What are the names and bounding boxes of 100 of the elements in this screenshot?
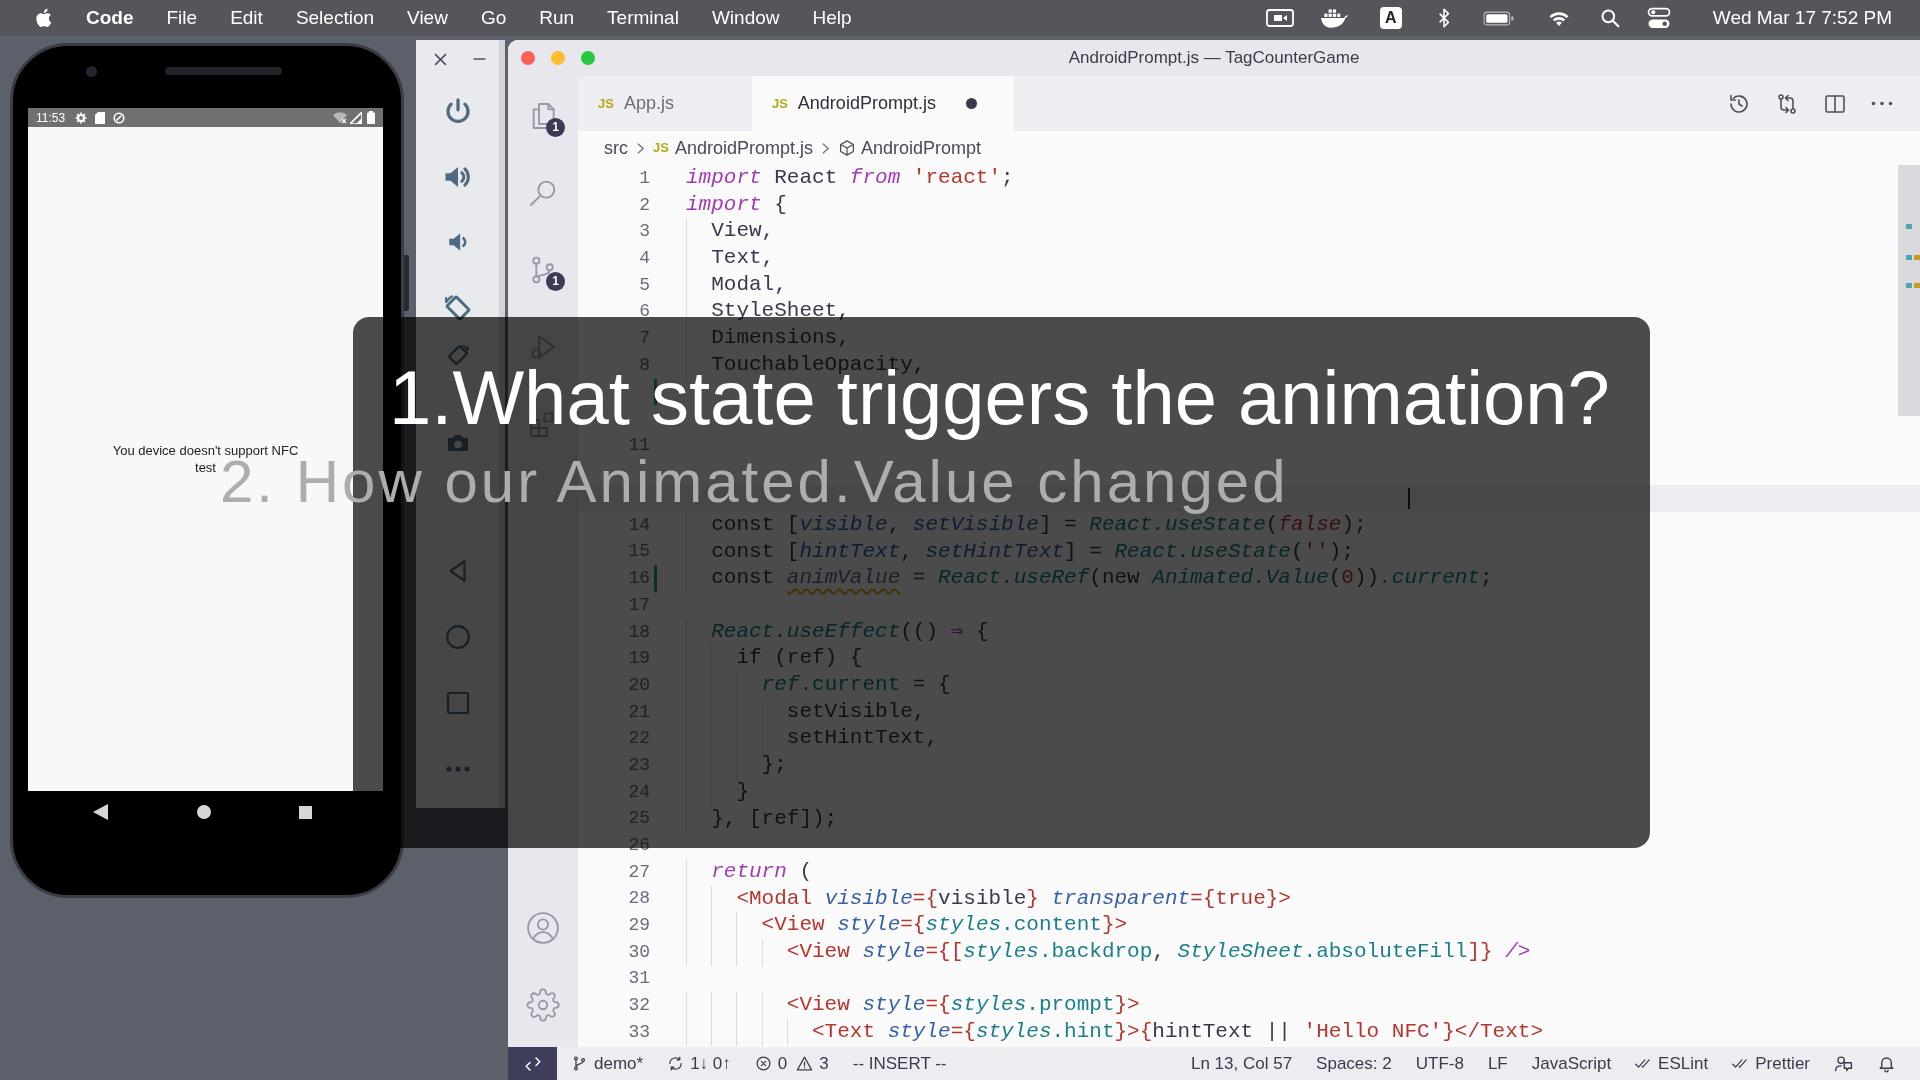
whale-icon[interactable] <box>1319 7 1350 29</box>
breadcrumb-item[interactable]: src <box>604 134 628 162</box>
bell-icon[interactable] <box>1877 1054 1896 1073</box>
code-line: const [hintText, setHintText] = React.useState(''); <box>711 538 1354 565</box>
status-item[interactable]: Spaces: 2 <box>1316 1050 1392 1077</box>
code-line: Dimensions, <box>711 325 850 352</box>
code-line: ref.current = { <box>761 672 951 699</box>
menu-bar-clock[interactable]: Wed Mar 17 7:52 PM <box>1712 3 1892 33</box>
status-item[interactable]: JavaScript <box>1531 1050 1612 1077</box>
overview-icon[interactable] <box>299 805 312 819</box>
menu-item[interactable]: Help <box>812 3 852 33</box>
code-line: setVisible, <box>786 698 926 725</box>
editor-tab[interactable]: JS AndroidPrompt.js <box>751 76 1014 131</box>
line-number: 6 <box>639 300 650 324</box>
code-line: }; <box>761 752 787 779</box>
breadcrumb-item[interactable]: AndroidPrompt <box>860 134 982 162</box>
code-line: <Modal visible={visible} transparent={true}> <box>736 885 1291 912</box>
menu-item[interactable]: File <box>166 3 198 33</box>
code-line: Text, <box>711 245 775 272</box>
back-icon[interactable] <box>93 804 108 820</box>
feedback-icon[interactable] <box>1834 1054 1853 1073</box>
count-badge: 1 <box>546 271 565 291</box>
video-camera-icon[interactable] <box>1265 8 1294 28</box>
menu-item[interactable]: Window <box>711 3 780 33</box>
error-count[interactable]: 0 <box>754 1050 788 1077</box>
wifi-off-icon <box>333 111 347 124</box>
breadcrumb-item[interactable]: AndroidPrompt.js <box>674 134 813 162</box>
sync-icon <box>667 1055 685 1072</box>
circle-slash-icon <box>113 111 126 124</box>
menu-item[interactable]: Terminal <box>607 3 679 33</box>
scrollbar-thumb[interactable] <box>1898 165 1920 416</box>
line-number: 33 <box>628 1020 650 1044</box>
menu-item[interactable]: Selection <box>295 3 375 33</box>
status-item[interactable]: LF <box>1487 1050 1508 1077</box>
line-number: 30 <box>628 940 650 964</box>
line-number: 1 <box>639 166 650 190</box>
code-line: import React from 'react'; <box>686 165 1014 191</box>
code-line: return ( <box>711 858 813 885</box>
code-line: if (ref) { <box>736 645 863 672</box>
search-icon[interactable] <box>1599 8 1620 28</box>
bluetooth-icon[interactable] <box>1436 8 1451 28</box>
file-type-icon: JS <box>598 93 614 114</box>
overview-ruler-mark <box>1906 224 1912 229</box>
menu-item[interactable]: Run <box>539 3 575 33</box>
code-line: } <box>736 778 749 805</box>
code-line: <View style={styles.prompt}> <box>786 992 1140 1019</box>
linter-status[interactable]: ESLint <box>1635 1050 1709 1077</box>
remote-button[interactable] <box>508 1047 557 1080</box>
branch-icon <box>571 1055 588 1072</box>
line-number: 3 <box>639 220 650 244</box>
status-item[interactable]: UTF-8 <box>1415 1050 1464 1077</box>
line-number: 27 <box>628 860 650 884</box>
code-line: StyleSheet, <box>711 298 850 325</box>
line-number: 5 <box>639 273 650 297</box>
code-line: <Text style={styles.hint}>{hintText || 'Hello NFC'}</Text> <box>812 1019 1543 1045</box>
error-icon <box>754 1055 772 1072</box>
sync-status[interactable]: 1↓ 0↑ <box>667 1050 731 1077</box>
branch-status[interactable]: demo* <box>571 1050 644 1077</box>
camera-lens <box>86 66 97 77</box>
home-icon[interactable] <box>197 805 211 819</box>
more-icon[interactable] <box>1871 101 1893 106</box>
battery-icon[interactable] <box>1482 10 1515 26</box>
linter-status[interactable]: Prettier <box>1732 1050 1810 1077</box>
signal-icon <box>350 111 362 124</box>
file-type-icon: JS <box>653 138 669 158</box>
warning-icon <box>796 1055 814 1072</box>
file-type-icon: JS <box>771 93 788 114</box>
close-icon[interactable] <box>434 52 447 66</box>
remote-icon <box>523 1054 542 1073</box>
line-number: 29 <box>628 914 650 938</box>
sd-card-icon <box>95 111 106 124</box>
code-line: <View style={[styles.backdrop, StyleSheet.absoluteFill]} /> <box>786 938 1531 965</box>
warning-count[interactable]: 3 <box>796 1050 829 1077</box>
line-number: 4 <box>639 246 650 270</box>
message-text: test <box>195 459 216 476</box>
line-number: 32 <box>628 994 650 1018</box>
question-text: 2. How our Animated.Value changed <box>220 460 1289 515</box>
battery-icon <box>367 111 375 124</box>
line-number: 28 <box>628 887 650 911</box>
menu-item[interactable]: Go <box>480 3 507 33</box>
menu-item[interactable]: View <box>407 3 448 33</box>
toggle-switches-icon[interactable] <box>1646 7 1671 29</box>
count-badge: 1 <box>546 117 565 137</box>
menu-item[interactable]: Edit <box>230 3 263 33</box>
line-number: 2 <box>639 193 650 217</box>
compare-changes-icon[interactable] <box>1775 91 1799 116</box>
apple-icon[interactable] <box>34 7 52 29</box>
cursor-position[interactable]: Ln 13, Col 57 <box>1190 1050 1293 1077</box>
input-source-indicator[interactable]: A <box>1379 7 1402 29</box>
code-line: setHintText, <box>786 725 939 752</box>
code-line: React.useEffect(() ⇒ { <box>711 618 989 645</box>
status-time: 11:53 <box>36 109 66 127</box>
code-line: <View style={styles.content}> <box>761 912 1128 939</box>
code-line: }, [ref]); <box>711 805 838 832</box>
gear-icon <box>75 111 88 124</box>
code-line: import { <box>686 191 787 218</box>
app-menu[interactable]: Code <box>86 3 134 33</box>
code-line: Modal, <box>711 271 787 298</box>
mode-indicator[interactable]: -- INSERT -- <box>852 1050 947 1077</box>
cube-icon <box>837 139 856 157</box>
